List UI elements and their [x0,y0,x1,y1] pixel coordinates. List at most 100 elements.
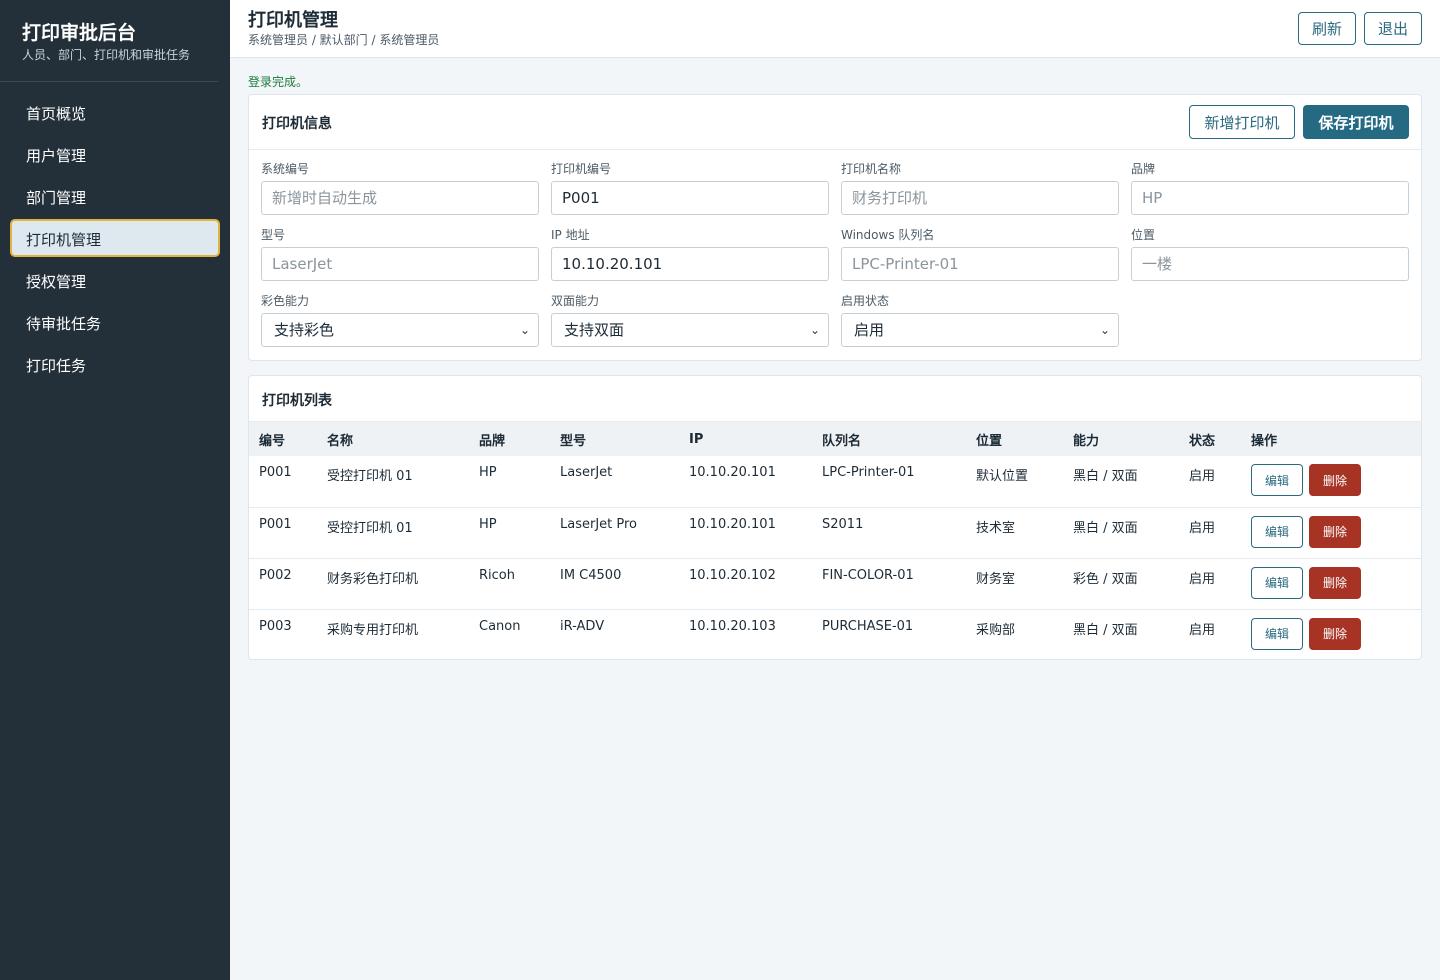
ip-input[interactable] [551,247,829,281]
cell-location: 采购部 [976,622,1016,638]
system-id-label: 系统编号 [261,162,310,176]
brand-subtitle: 人员、部门、打印机和审批任务 [22,48,191,62]
cell-code: P003 [259,618,292,634]
column-header: 名称 [327,433,354,449]
duplex-label: 双面能力 [551,294,600,308]
edit-button[interactable]: 编辑 [1251,515,1303,548]
cell-status: 启用 [1189,622,1216,638]
cell-brand: HP [479,516,497,532]
refresh-button[interactable]: 刷新 [1298,12,1356,45]
printer-name-label: 打印机名称 [841,162,902,176]
delete-button[interactable]: 删除 [1309,617,1361,650]
cell-location: 技术室 [976,520,1016,536]
sidebar-item-users[interactable]: 用户管理 [10,135,220,173]
edit-button[interactable]: 编辑 [1251,464,1303,496]
sidebar-item-printers[interactable]: 打印机管理 [10,219,220,257]
delete-button[interactable]: 删除 [1309,515,1361,548]
cell-status: 启用 [1189,469,1216,484]
chevron-down-icon: ⌄ [809,323,820,337]
printer-name-input[interactable] [841,181,1119,215]
cell-status: 启用 [1189,520,1216,536]
cell-location: 财务室 [976,571,1016,587]
delete-button[interactable]: 删除 [1309,464,1361,496]
column-header: 能力 [1073,433,1100,449]
save-printer-button[interactable]: 保存打印机 [1303,105,1409,139]
cell-queue: S2011 [822,516,864,532]
cell-brand: Ricoh [479,567,515,583]
model-input[interactable] [261,247,539,281]
sidebar-item-departments[interactable]: 部门管理 [10,177,220,215]
printer-list-header: 打印机列表 [249,376,1421,422]
brand: 打印审批后台 人员、部门、打印机和审批任务 [0,0,218,82]
cell-ability: 黑白 / 双面 [1073,469,1138,484]
printer-info-card: 打印机信息 新增打印机 保存打印机 系统编号 打印机编号 打印机名称 品牌 型号… [248,94,1422,361]
table-row: P003 采购专用打印机 Canon iR-ADV 10.10.20.103 P… [249,609,1421,660]
column-header: 编号 [259,433,286,449]
printer-info-title: 打印机信息 [262,116,332,132]
model-field: 型号 [261,227,539,281]
cell-ability: 黑白 / 双面 [1073,520,1138,536]
cell-location: 默认位置 [976,469,1029,484]
table-row: P001 受控打印机 01 HP LaserJet Pro 10.10.20.1… [249,507,1421,558]
cell-ip: 10.10.20.103 [689,618,776,634]
logout-button[interactable]: 退出 [1364,12,1422,45]
cell-ip: 10.10.20.102 [689,567,776,583]
cell-code: P001 [259,465,292,480]
system-id-input[interactable] [261,181,539,215]
table-row: P002 财务彩色打印机 Ricoh IM C4500 10.10.20.102… [249,558,1421,609]
queue-field: Windows 队列名 [841,227,1119,281]
printer-list-title: 打印机列表 [262,393,332,409]
cell-model: LaserJet Pro [560,516,638,532]
edit-button[interactable]: 编辑 [1251,617,1303,650]
add-printer-button[interactable]: 新增打印机 [1189,105,1295,139]
column-header: 位置 [976,433,1003,449]
printer-table: 编号 名称 品牌 型号 IP 队列名 位置 能力 状态 操作 P001 受控打印… [249,422,1421,660]
printer-list-card: 打印机列表 编号 名称 品牌 型号 IP 队列名 位置 能力 状态 操作 P00… [248,375,1422,660]
queue-input[interactable] [841,247,1119,281]
cell-model: iR-ADV [560,618,605,634]
cell-brand: Canon [479,618,521,634]
brand-title: 打印审批后台 [22,22,137,44]
chevron-down-icon: ⌄ [1099,323,1110,337]
sidebar-item-authorization[interactable]: 授权管理 [10,261,220,299]
cell-queue: FIN-COLOR-01 [822,567,914,583]
queue-label: Windows 队列名 [841,228,935,242]
system-id-field: 系统编号 [261,161,539,215]
sidebar-item-print-jobs[interactable]: 打印任务 [10,345,220,383]
cell-actions: 编辑 删除 [1241,558,1421,609]
table-row: P001 受控打印机 01 HP LaserJet 10.10.20.101 L… [249,456,1421,507]
cell-name: 采购专用打印机 [327,622,419,638]
brand-input[interactable] [1131,181,1409,215]
cell-model: LaserJet [560,465,613,480]
duplex-select[interactable]: 支持双面 ⌄ [551,313,829,347]
enabled-select[interactable]: 启用 ⌄ [841,313,1119,347]
color-select-value: 支持彩色 [274,321,335,339]
printer-code-label: 打印机编号 [551,162,612,176]
brand-label: 品牌 [1131,162,1156,176]
column-header: 型号 [560,433,587,449]
duplex-select-value: 支持双面 [564,321,625,339]
printer-name-field: 打印机名称 [841,161,1119,215]
color-select[interactable]: 支持彩色 ⌄ [261,313,539,347]
cell-model: IM C4500 [560,567,622,583]
enabled-field: 启用状态 启用 ⌄ [841,293,1119,347]
duplex-field: 双面能力 支持双面 ⌄ [551,293,829,347]
top-header: 打印机管理 系统管理员 / 默认部门 / 系统管理员 刷新 退出 [230,0,1440,58]
cell-actions: 编辑 删除 [1241,609,1421,660]
printer-code-input[interactable] [551,181,829,215]
cell-code: P002 [259,567,292,583]
location-input[interactable] [1131,247,1409,281]
cell-queue: PURCHASE-01 [822,618,914,634]
sidebar-item-overview[interactable]: 首页概览 [10,93,220,131]
cell-status: 启用 [1189,571,1216,587]
sidebar-item-pending-approval[interactable]: 待审批任务 [10,303,220,341]
edit-button[interactable]: 编辑 [1251,566,1303,599]
cell-actions: 编辑 删除 [1241,456,1421,507]
page-title: 打印机管理 [248,10,338,31]
ip-label: IP 地址 [551,228,590,242]
column-header: 队列名 [822,433,862,449]
cell-name: 受控打印机 01 [327,469,413,484]
cell-ability: 黑白 / 双面 [1073,622,1138,638]
delete-button[interactable]: 删除 [1309,566,1361,599]
enabled-label: 启用状态 [841,294,890,308]
